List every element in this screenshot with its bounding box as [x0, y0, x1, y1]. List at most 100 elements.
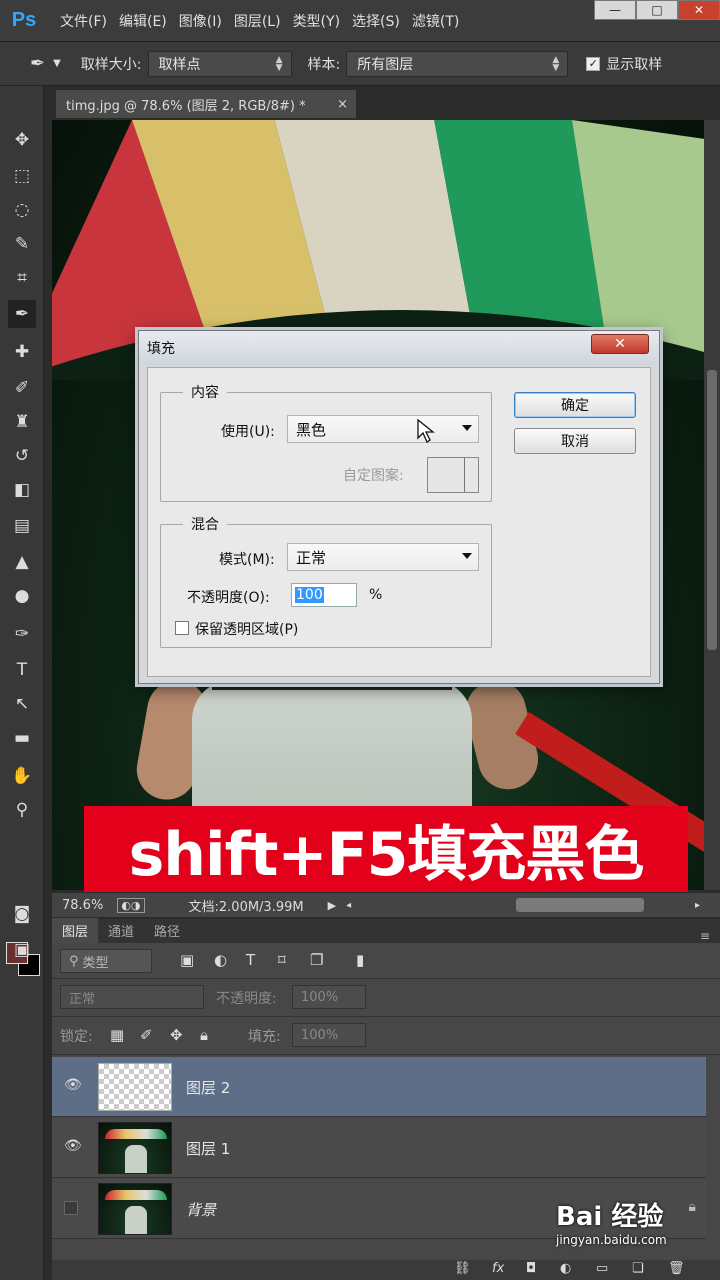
opacity-input[interactable]: 100	[291, 583, 357, 607]
filter-type-icon[interactable]: T	[246, 951, 255, 969]
lock-position-icon[interactable]: ✥	[170, 1026, 183, 1044]
history-brush-icon[interactable]: ↺	[8, 442, 36, 470]
scroll-left-icon[interactable]: ◂	[346, 900, 351, 911]
layer-blend-mode-select[interactable]: 正常	[60, 985, 204, 1009]
rectangle-tool-icon[interactable]: ▬	[8, 724, 36, 752]
close-button[interactable]: ✕	[678, 0, 720, 20]
eye-icon[interactable]: 👁︎	[64, 1138, 82, 1154]
layer-opacity-input[interactable]: 100%	[292, 985, 366, 1009]
type-tool-icon[interactable]: T	[8, 656, 36, 684]
content-group-title: 内容	[183, 382, 227, 402]
move-tool-icon[interactable]: ✥	[8, 126, 36, 154]
dodge-tool-icon[interactable]: ●	[8, 582, 36, 610]
eyedropper-tool-icon[interactable]: ✒	[8, 300, 36, 328]
lock-all-icon[interactable]: 🔒︎	[200, 1026, 208, 1044]
status-info-icon[interactable]: ◐◑	[117, 897, 145, 913]
preserve-transparency-label: 保留透明区域(P)	[195, 622, 299, 638]
filter-shape-icon[interactable]: ⌑	[278, 951, 286, 969]
menu-layer[interactable]: 图层(L)	[234, 11, 281, 31]
visibility-toggle[interactable]	[64, 1201, 78, 1215]
marquee-tool-icon[interactable]: ⬚	[8, 162, 36, 190]
quick-select-tool-icon[interactable]: ✎	[8, 230, 36, 258]
menu-edit[interactable]: 编辑(E)	[119, 11, 167, 31]
canvas-vertical-scrollbar[interactable]	[704, 120, 720, 890]
preserve-transparency-checkbox[interactable]	[175, 621, 189, 635]
dialog-body: 内容 使用(U): 黑色 自定图案: 混合 模式(M): 正常 不透明度(O):…	[147, 367, 651, 677]
zoom-tool-icon[interactable]: ⚲	[8, 796, 36, 824]
quick-mask-icon[interactable]: ◙	[8, 900, 36, 928]
gradient-tool-icon[interactable]: ▤	[8, 512, 36, 540]
chevron-down-icon[interactable]: ▼	[53, 58, 61, 69]
menu-filter[interactable]: 滤镜(T)	[412, 11, 459, 31]
blur-tool-icon[interactable]: ▲	[8, 548, 36, 576]
lock-image-icon[interactable]: ✐	[140, 1026, 153, 1044]
link-layers-icon[interactable]: ⛓	[454, 1261, 471, 1276]
tab-channels[interactable]: 通道	[98, 918, 144, 943]
menu-file[interactable]: 文件(F)	[60, 11, 107, 31]
menu-type[interactable]: 类型(Y)	[293, 11, 340, 31]
zoom-level[interactable]: 78.6%	[62, 898, 103, 913]
eyedropper-icon[interactable]: ✒	[30, 53, 45, 74]
tutorial-banner: shift+F5填充黑色	[84, 806, 688, 892]
brush-tool-icon[interactable]: ✐	[8, 374, 36, 402]
status-bar: 78.6% ◐◑ 文档:2.00M/3.99M ▶ ◂ ▸	[52, 893, 720, 917]
layer-thumbnail	[98, 1183, 172, 1235]
layer-name: 图层 1	[186, 1140, 231, 1158]
menu-image[interactable]: 图像(I)	[179, 11, 222, 31]
vertical-scroll-thumb[interactable]	[707, 370, 717, 650]
layer-row-layer1[interactable]: 👁︎ 图层 1	[52, 1118, 706, 1178]
custom-pattern-picker	[427, 457, 479, 493]
close-tab-icon[interactable]: ×	[337, 97, 348, 112]
filter-smart-object-icon[interactable]: ❐	[310, 951, 323, 969]
healing-brush-icon[interactable]: ✚	[8, 338, 36, 366]
sample-size-select[interactable]: 取样点 ▲ ▼	[147, 50, 292, 77]
mode-dropdown[interactable]: 正常	[287, 543, 479, 571]
ok-button[interactable]: 确定	[514, 392, 636, 418]
tutorial-banner-text: shift+F5填充黑色	[128, 819, 645, 890]
cancel-button[interactable]: 取消	[514, 428, 636, 454]
layer-filter-select[interactable]: ⚲ 类型	[60, 949, 152, 973]
status-menu-arrow-icon[interactable]: ▶	[328, 899, 336, 912]
eraser-tool-icon[interactable]: ◧	[8, 476, 36, 504]
screen-mode-icon[interactable]: ▣	[8, 936, 36, 964]
stamp-tool-icon[interactable]: ♜	[8, 408, 36, 436]
use-dropdown[interactable]: 黑色	[287, 415, 479, 443]
scroll-right-icon[interactable]: ▸	[695, 900, 700, 911]
tools-panel: ✥ ⬚ ◌ ✎ ⌗ ✒ ✚ ✐ ♜ ↺ ◧ ▤ ▲ ● ✑ T ↖ ▬ ✋ ⚲ …	[0, 86, 44, 1280]
layer-style-icon[interactable]: fx	[492, 1261, 504, 1276]
lock-transparent-icon[interactable]: ▦	[110, 1026, 124, 1044]
window-controls: — □ ✕	[594, 0, 720, 20]
eye-icon[interactable]: 👁︎	[64, 1077, 82, 1093]
fill-label: 填充:	[248, 1029, 281, 1045]
use-label: 使用(U):	[221, 424, 275, 440]
tab-paths[interactable]: 路径	[144, 918, 190, 943]
dialog-titlebar[interactable]: 填充	[139, 331, 659, 365]
menu-bar: Ps 文件(F) 编辑(E) 图像(I) 图层(L) 类型(Y) 选择(S) 滤…	[0, 0, 720, 42]
layer-thumbnail	[98, 1063, 172, 1111]
document-tab[interactable]: timg.jpg @ 78.6% (图层 2, RGB/8#) * ×	[56, 90, 356, 118]
layer-row-layer2[interactable]: 👁︎ 图层 2	[52, 1057, 706, 1117]
hand-tool-icon[interactable]: ✋	[8, 762, 36, 790]
filter-pixel-icon[interactable]: ▣	[180, 951, 194, 969]
show-ring-checkbox[interactable]: ✓	[586, 56, 601, 71]
tab-layers[interactable]: 图层	[52, 918, 99, 943]
filter-toggle-icon[interactable]: ▮	[356, 951, 364, 969]
horizontal-scroll-thumb[interactable]	[516, 898, 644, 912]
crop-tool-icon[interactable]: ⌗	[8, 264, 36, 292]
maximize-button[interactable]: □	[636, 0, 678, 20]
pen-tool-icon[interactable]: ✑	[8, 620, 36, 648]
minimize-button[interactable]: —	[594, 0, 636, 20]
blend-opacity-row: 正常 不透明度: 100%	[52, 979, 720, 1017]
photoshop-logo: Ps	[11, 9, 37, 31]
panel-menu-icon[interactable]: ≡	[700, 929, 710, 943]
filter-adjustment-icon[interactable]: ◐	[214, 951, 227, 969]
layer-thumbnail	[98, 1122, 172, 1174]
lasso-tool-icon[interactable]: ◌	[8, 196, 36, 224]
dialog-close-button[interactable]: ✕	[591, 334, 649, 354]
path-select-icon[interactable]: ↖	[8, 690, 36, 718]
add-mask-icon[interactable]: ◘	[526, 1261, 536, 1276]
menu-select[interactable]: 选择(S)	[352, 11, 400, 31]
opacity-label: 不透明度(O):	[187, 590, 270, 606]
sample-select[interactable]: 所有图层 ▲ ▼	[346, 50, 569, 77]
fill-input[interactable]: 100%	[292, 1023, 366, 1047]
